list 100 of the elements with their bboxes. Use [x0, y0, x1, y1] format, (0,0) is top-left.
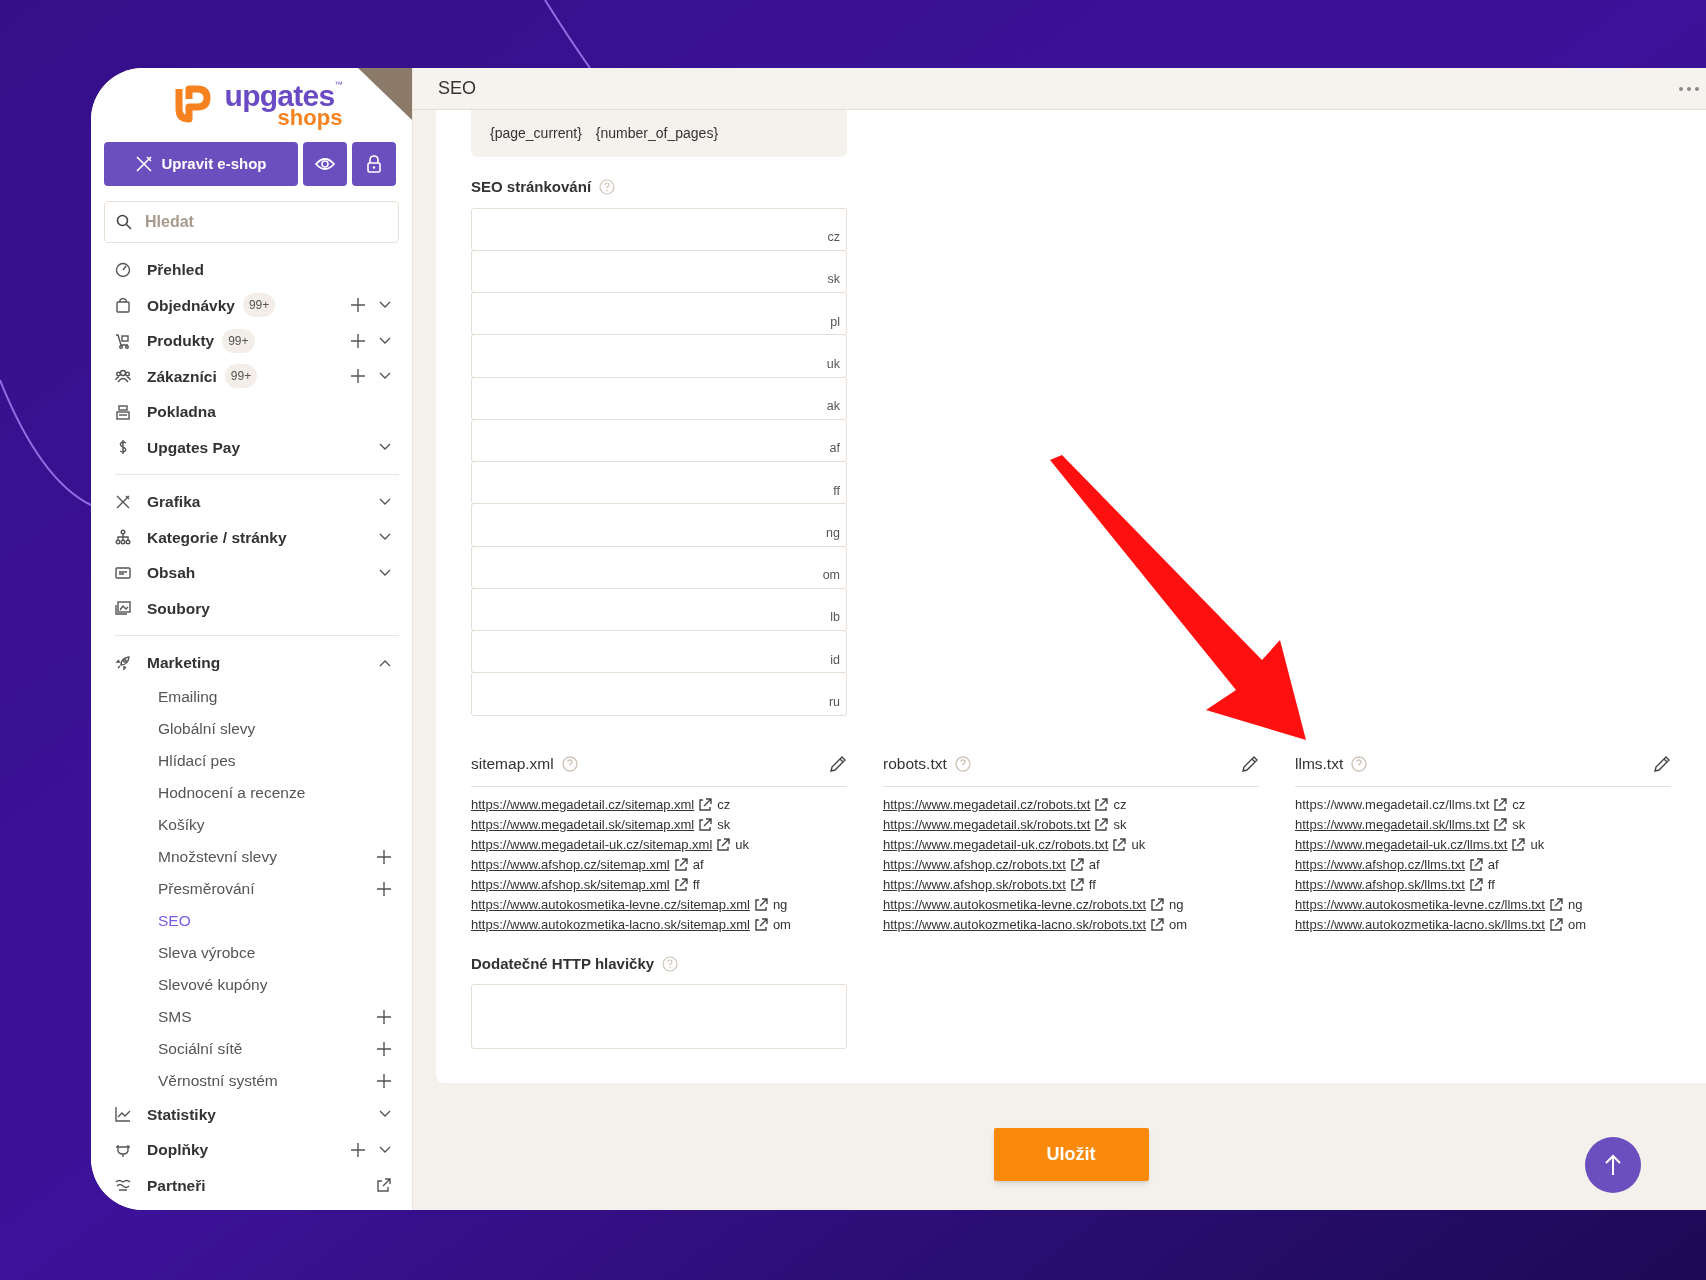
- file-link[interactable]: https://www.megadetail-uk.cz/sitemap.xml: [471, 834, 713, 855]
- nav-item[interactable]: Soubory: [91, 590, 412, 626]
- file-link[interactable]: https://www.megadetail-uk.cz/robots.txt: [883, 834, 1109, 855]
- preview-button[interactable]: [303, 142, 347, 186]
- file-link[interactable]: https://www.afshop.sk/sitemap.xml: [471, 874, 670, 895]
- external-link-icon[interactable]: [377, 1178, 391, 1193]
- submenu-item[interactable]: Globální slevy: [91, 712, 412, 745]
- nav-item[interactable]: Upgates Pay: [91, 429, 412, 465]
- external-link-icon[interactable]: [674, 878, 688, 891]
- submenu-item[interactable]: SMS: [91, 1000, 412, 1033]
- external-link-icon[interactable]: [1550, 898, 1563, 911]
- external-link-icon[interactable]: [1095, 798, 1109, 811]
- file-link[interactable]: https://www.autokozmetika-lacno.sk/sitemap.xml: [471, 914, 750, 935]
- external-link-icon[interactable]: [1151, 918, 1164, 931]
- external-link-icon[interactable]: [717, 838, 731, 851]
- submenu-item[interactable]: Slevové kupóny: [91, 968, 412, 1001]
- nav-item[interactable]: Pokladna: [91, 394, 412, 430]
- text-input[interactable]: uk: [471, 334, 847, 378]
- external-link-icon[interactable]: [1494, 798, 1508, 811]
- file-link[interactable]: https://www.afshop.cz/llms.txt: [1295, 854, 1465, 875]
- placeholder-token[interactable]: {number_of_pages}: [595, 123, 719, 144]
- text-input[interactable]: af: [471, 418, 847, 462]
- pencil-icon[interactable]: [1653, 754, 1671, 773]
- nav-item[interactable]: Partneři: [91, 1167, 412, 1203]
- file-link[interactable]: https://www.megadetail.sk/llms.txt: [1295, 814, 1490, 835]
- external-link-icon[interactable]: [1070, 878, 1084, 891]
- chevron-down-icon[interactable]: [379, 1110, 391, 1119]
- plus-icon[interactable]: [377, 1041, 391, 1056]
- file-link[interactable]: https://www.megadetail-uk.cz/llms.txt: [1295, 834, 1508, 855]
- submenu-item[interactable]: Množstevní slevy: [91, 840, 412, 873]
- submenu-item[interactable]: Věrnostní systém: [91, 1064, 412, 1097]
- external-link-icon[interactable]: [1550, 918, 1563, 931]
- submenu-item[interactable]: Košíky: [91, 808, 412, 841]
- external-link-icon[interactable]: [1469, 858, 1483, 871]
- nav-item[interactable]: Obsah: [91, 555, 412, 591]
- chevron-down-icon[interactable]: [379, 443, 391, 452]
- external-link-icon[interactable]: [1469, 878, 1483, 891]
- submenu-item[interactable]: Emailing: [91, 680, 412, 713]
- plus-icon[interactable]: [377, 1073, 391, 1088]
- pencil-icon[interactable]: [1241, 754, 1259, 773]
- external-link-icon[interactable]: [1151, 898, 1164, 911]
- external-link-icon[interactable]: [674, 858, 688, 871]
- lock-button[interactable]: [352, 142, 396, 186]
- nav-item[interactable]: Doplňky: [91, 1132, 412, 1168]
- nav-item[interactable]: Produkty 99+: [91, 323, 412, 359]
- submenu-item[interactable]: SEO: [91, 904, 412, 937]
- submenu-item[interactable]: Přesměrování: [91, 872, 412, 905]
- file-link[interactable]: https://www.autokosmetika-levne.cz/llms.txt: [1295, 894, 1545, 915]
- text-input[interactable]: ng: [471, 503, 847, 547]
- file-link[interactable]: https://www.afshop.sk/robots.txt: [883, 874, 1066, 895]
- chevron-down-icon[interactable]: [379, 372, 391, 381]
- plus-icon[interactable]: [351, 298, 365, 313]
- plus-icon[interactable]: [377, 849, 391, 864]
- text-input[interactable]: ru: [471, 672, 847, 716]
- external-link-icon[interactable]: [1070, 858, 1084, 871]
- edit-shop-button[interactable]: Upravit e-shop: [104, 142, 298, 186]
- chevron-down-icon[interactable]: [379, 568, 391, 577]
- file-link[interactable]: https://www.autokosmetika-levne.cz/robots.txt: [883, 894, 1146, 915]
- text-input[interactable]: sk: [471, 249, 847, 293]
- nav-item[interactable]: Přehled: [91, 252, 412, 288]
- external-link-icon[interactable]: [754, 918, 768, 931]
- nav-item[interactable]: Grafika: [91, 484, 412, 520]
- text-input[interactable]: lb: [471, 587, 847, 631]
- external-link-icon[interactable]: [1512, 838, 1526, 851]
- submenu-item[interactable]: Hodnocení a recenze: [91, 776, 412, 809]
- chevron-up-icon[interactable]: [379, 658, 391, 667]
- file-link[interactable]: https://www.afshop.sk/llms.txt: [1295, 874, 1465, 895]
- file-link[interactable]: https://www.autokozmetika-lacno.sk/llms.txt: [1295, 914, 1545, 935]
- external-link-icon[interactable]: [699, 818, 713, 831]
- file-link[interactable]: https://www.megadetail.sk/robots.txt: [883, 814, 1091, 835]
- more-icon[interactable]: [1678, 85, 1700, 92]
- chevron-down-icon[interactable]: [379, 1145, 391, 1154]
- submenu-item[interactable]: Sociální sítě: [91, 1032, 412, 1065]
- nav-item[interactable]: Statistiky: [91, 1096, 412, 1132]
- text-input[interactable]: ak: [471, 376, 847, 420]
- plus-icon[interactable]: [351, 333, 365, 348]
- chevron-down-icon[interactable]: [379, 301, 391, 310]
- chevron-down-icon[interactable]: [379, 497, 391, 506]
- submenu-item[interactable]: Sleva výrobce: [91, 936, 412, 969]
- submenu-item[interactable]: Hlídací pes: [91, 744, 412, 777]
- placeholder-token[interactable]: {page_current}: [490, 123, 582, 144]
- file-link[interactable]: https://www.megadetail.cz/robots.txt: [883, 794, 1091, 815]
- nav-item[interactable]: Marketing: [91, 645, 412, 681]
- external-link-icon[interactable]: [754, 898, 768, 911]
- file-link[interactable]: https://www.megadetail.sk/sitemap.xml: [471, 814, 695, 835]
- file-link[interactable]: https://www.autokozmetika-lacno.sk/robots.txt: [883, 914, 1146, 935]
- pencil-icon[interactable]: [829, 754, 847, 773]
- external-link-icon[interactable]: [1113, 838, 1127, 851]
- external-link-icon[interactable]: [1494, 818, 1508, 831]
- file-link[interactable]: https://www.afshop.cz/sitemap.xml: [471, 854, 670, 875]
- plus-icon[interactable]: [377, 881, 391, 896]
- search-field[interactable]: Hledat: [104, 201, 399, 243]
- plus-icon[interactable]: [351, 369, 365, 384]
- text-input[interactable]: cz: [471, 207, 847, 251]
- file-link[interactable]: https://www.autokosmetika-levne.cz/sitemap.xml: [471, 894, 750, 915]
- scroll-top-button[interactable]: [1585, 1137, 1641, 1193]
- plus-icon[interactable]: [377, 1009, 391, 1024]
- nav-item[interactable]: Objednávky 99+: [91, 287, 412, 323]
- chevron-down-icon[interactable]: [379, 533, 391, 542]
- file-link[interactable]: https://www.megadetail.cz/sitemap.xml: [471, 794, 695, 815]
